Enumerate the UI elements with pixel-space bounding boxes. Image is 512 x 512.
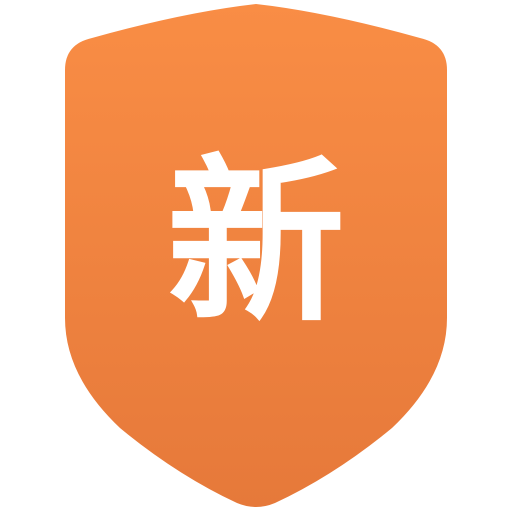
new-shield-badge: 新: [0, 0, 512, 512]
new-character-label: 新: [167, 139, 345, 346]
